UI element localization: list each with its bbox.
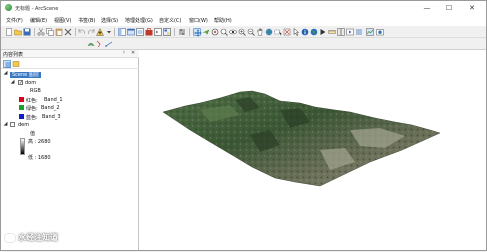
dem-layer-name[interactable]: dem xyxy=(18,122,29,128)
redo-icon[interactable] xyxy=(87,28,95,36)
zoom-out-icon[interactable] xyxy=(247,28,255,36)
select-features-icon[interactable] xyxy=(274,28,282,36)
arcscene-globe-icon xyxy=(5,4,12,11)
maximize-button[interactable]: ☐ xyxy=(442,3,456,13)
terrain-surface xyxy=(162,90,441,187)
blue-band-swatch xyxy=(19,114,24,119)
window-title: 无标题 - ArcScene xyxy=(15,6,59,12)
set-observer-icon[interactable] xyxy=(229,28,237,36)
clear-selection-icon[interactable] xyxy=(283,28,291,36)
toc-header: 内容列表 ♮ ✕ xyxy=(1,50,139,58)
collapse-dom-icon[interactable]: ◢ xyxy=(10,80,15,85)
watermark-logo-icon xyxy=(5,234,15,242)
3d-analyst-toolbar: dem ▼ xyxy=(1,38,486,85)
full-extent-icon[interactable] xyxy=(265,28,273,36)
close-button[interactable]: ✕ xyxy=(465,3,479,13)
model-builder-icon[interactable] xyxy=(163,28,171,36)
python-window-icon[interactable] xyxy=(154,28,162,36)
minimize-button[interactable]: — xyxy=(420,3,434,13)
create-contour-icon[interactable] xyxy=(87,40,95,48)
collapse-scene-icon[interactable]: ◢ xyxy=(3,71,8,76)
collapse-dem-icon[interactable]: ◢ xyxy=(3,122,8,127)
menu-bookmarks[interactable]: 书签(B) xyxy=(78,17,95,24)
dem-high-label: 高 : 2680 xyxy=(28,139,51,145)
select-elements-icon[interactable] xyxy=(292,28,300,36)
delete-icon[interactable] xyxy=(64,28,72,36)
red-channel-label: 红色: xyxy=(26,98,38,104)
arcscene-window: 无标题 - ArcScene — ☐ ✕ 文件(F) 编辑(E) 视图(V) 书… xyxy=(0,0,487,251)
add-data-icon[interactable] xyxy=(96,28,104,36)
standard-toolbar xyxy=(1,26,486,38)
zoom-in-icon[interactable] xyxy=(238,28,246,36)
elevation-ramp xyxy=(20,138,25,155)
toc-close-button[interactable]: ✕ xyxy=(131,50,135,56)
menu-bar: 文件(F) 编辑(E) 视图(V) 书签(B) 选择(S) 地理处理(G) 自定… xyxy=(1,15,486,25)
blue-channel-label: 蓝色: xyxy=(26,115,38,121)
menu-file[interactable]: 文件(F) xyxy=(6,17,23,24)
search-window-icon[interactable] xyxy=(136,28,144,36)
dom-layer-name[interactable]: dom xyxy=(25,80,36,86)
pan-icon[interactable] xyxy=(256,28,264,36)
measure-icon[interactable] xyxy=(328,28,336,36)
menu-windows[interactable]: 窗口(W) xyxy=(189,17,208,24)
menu-geoprocessing[interactable]: 地理处理(G) xyxy=(125,17,153,24)
menu-view[interactable]: 视图(V) xyxy=(54,17,71,24)
save-icon[interactable] xyxy=(23,28,31,36)
cut-icon[interactable] xyxy=(37,28,45,36)
toc-window-icon[interactable] xyxy=(118,28,126,36)
dem-value-label: 值 xyxy=(30,131,36,137)
table-of-contents-panel: 内容列表 ♮ ✕ ◢ Scene 图层 ◢ ✓ dom RGB 红色: Band… xyxy=(1,50,139,250)
green-band-swatch xyxy=(19,105,24,110)
list-by-drawing-order-icon[interactable] xyxy=(3,60,11,68)
dom-visibility-checkbox[interactable]: ✓ xyxy=(18,80,23,86)
toc-toolbar xyxy=(1,59,139,69)
undo-icon[interactable] xyxy=(78,28,86,36)
green-channel-label: 绿色: xyxy=(26,106,38,112)
navigate-tool-icon[interactable] xyxy=(193,28,202,37)
menu-customize[interactable]: 自定义(C) xyxy=(159,17,181,24)
list-by-source-icon[interactable] xyxy=(12,60,20,68)
new-document-icon[interactable] xyxy=(5,28,13,36)
arrow-right-icon[interactable] xyxy=(319,28,327,36)
line-of-sight-icon[interactable] xyxy=(105,40,113,48)
open-folder-icon[interactable] xyxy=(14,28,22,36)
scene-export-icon[interactable] xyxy=(376,28,384,36)
dem-low-label: 低 : 1680 xyxy=(28,155,51,161)
identify-icon[interactable] xyxy=(301,28,309,36)
layer-properties-icon[interactable] xyxy=(178,28,186,36)
dem-visibility-checkbox[interactable] xyxy=(10,122,15,127)
blue-band-name: Band_3 xyxy=(42,114,61,120)
title-bar: 无标题 - ArcScene — ☐ ✕ xyxy=(1,1,486,15)
globe-icon[interactable] xyxy=(310,28,318,36)
dom-renderer-label: RGB xyxy=(30,88,41,94)
scene-view[interactable] xyxy=(140,50,486,250)
pin-icon[interactable]: ♮ xyxy=(123,50,125,56)
scene-layers-node[interactable]: Scene 图层 xyxy=(10,71,60,78)
menu-edit[interactable]: 编辑(E) xyxy=(30,17,47,24)
layer-list-icon[interactable] xyxy=(355,28,363,36)
steepest-path-icon[interactable] xyxy=(96,40,104,48)
copy-icon[interactable] xyxy=(46,28,54,36)
watermark-text: 水经注知道 xyxy=(18,233,58,242)
green-band-name: Band_2 xyxy=(41,105,60,111)
menu-selection[interactable]: 选择(S) xyxy=(101,17,118,24)
paste-icon[interactable] xyxy=(55,28,63,36)
animation-icon[interactable] xyxy=(346,28,354,36)
red-band-name: Band_1 xyxy=(44,97,63,103)
red-band-swatch xyxy=(19,97,24,102)
swipe-icon[interactable] xyxy=(337,28,345,36)
toc-title: 内容列表 xyxy=(3,52,24,58)
menu-help[interactable]: 帮助(H) xyxy=(214,17,232,24)
scene-properties-icon[interactable] xyxy=(366,28,374,36)
fly-tool-icon[interactable] xyxy=(202,28,210,36)
target-center-icon[interactable] xyxy=(211,28,219,36)
scene-layers-label: Scene 图层 xyxy=(10,72,41,78)
catalog-window-icon[interactable] xyxy=(127,28,135,36)
dropdown-arrow-icon[interactable] xyxy=(105,28,113,36)
zoom-to-target-icon[interactable] xyxy=(220,28,228,36)
arctoolbox-icon[interactable] xyxy=(145,28,153,36)
